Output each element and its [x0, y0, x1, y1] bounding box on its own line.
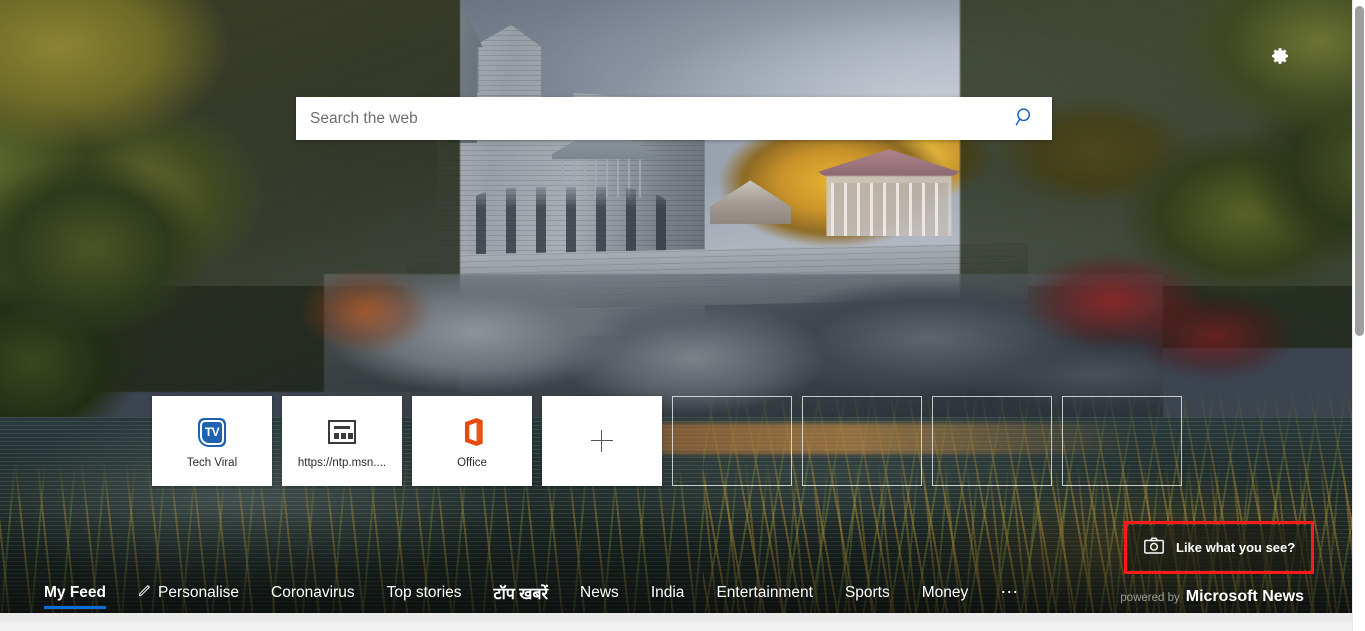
- nav-overflow-button[interactable]: ⋯: [1000, 578, 1019, 608]
- nav-item-label: Sports: [844, 583, 890, 601]
- nav-item-money[interactable]: Money: [922, 580, 969, 607]
- search-box[interactable]: [296, 97, 1052, 140]
- camera-icon: [1144, 536, 1164, 559]
- nav-item-personalise[interactable]: Personalise: [138, 579, 239, 607]
- red-foliage: [1000, 236, 1298, 399]
- pencil-icon: [138, 583, 152, 602]
- scrollbar-thumb[interactable]: [1355, 6, 1364, 336]
- search-icon: [1014, 106, 1036, 131]
- new-tab-page: TV Tech Viral https://ntp.msn....: [0, 0, 1365, 631]
- page-icon: [328, 412, 356, 452]
- nav-item-label: Entertainment: [716, 583, 813, 601]
- quick-links-row: TV Tech Viral https://ntp.msn.... Office: [152, 396, 1182, 486]
- tile-placeholder[interactable]: [672, 396, 792, 486]
- tile-label: https://ntp.msn....: [297, 457, 387, 469]
- nav-item-india[interactable]: India: [651, 580, 685, 607]
- like-what-you-see-container: Like what you see?: [1124, 521, 1314, 574]
- search-input[interactable]: [296, 97, 998, 140]
- nav-item-label: Personalise: [158, 583, 240, 601]
- microsoft-news-label: Microsoft News: [1185, 588, 1304, 605]
- nav-item-sports[interactable]: Sports: [845, 580, 890, 607]
- nav-item-label: टॉप खबरें: [493, 585, 549, 603]
- powered-by-brand: powered by Microsoft News: [1120, 588, 1304, 606]
- vertical-scrollbar[interactable]: [1352, 0, 1365, 631]
- tile-placeholder[interactable]: [932, 396, 1052, 486]
- office-icon: [457, 412, 487, 452]
- orange-foliage: [270, 248, 460, 374]
- background-image: TV Tech Viral https://ntp.msn....: [0, 0, 1352, 622]
- plus-icon: [591, 430, 613, 452]
- tile-label: Office: [457, 457, 487, 469]
- nav-item-label: ⋯: [1000, 582, 1020, 602]
- nav-item-my-feed[interactable]: My Feed: [44, 580, 107, 609]
- pavilion-columns: [831, 183, 948, 237]
- nav-item-label: Coronavirus: [271, 583, 355, 601]
- powered-by-label: powered by: [1120, 592, 1180, 604]
- nav-item-news[interactable]: News: [580, 580, 619, 607]
- nav-item-coronavirus[interactable]: Coronavirus: [271, 580, 355, 607]
- nav-item-label: Money: [921, 583, 969, 601]
- below-fold-strip: [0, 613, 1352, 622]
- like-what-you-see-label: Like what you see?: [1176, 540, 1296, 555]
- like-what-you-see-button[interactable]: Like what you see?: [1128, 525, 1310, 570]
- tile-tech-viral[interactable]: TV Tech Viral: [152, 396, 272, 486]
- tile-placeholder[interactable]: [802, 396, 922, 486]
- search-submit-button[interactable]: [998, 97, 1052, 140]
- tile-office[interactable]: Office: [412, 396, 532, 486]
- page-settings-button[interactable]: [1262, 40, 1294, 72]
- tile-label: Tech Viral: [186, 457, 238, 469]
- add-tile-button[interactable]: [542, 396, 662, 486]
- tile-placeholder[interactable]: [1062, 396, 1182, 486]
- nav-item-label: Top stories: [386, 583, 462, 601]
- nav-item-top-khabrein[interactable]: टॉप खबरें: [494, 578, 549, 609]
- nav-item-label: My Feed: [44, 583, 107, 601]
- gear-icon-glyph: [1265, 43, 1291, 69]
- nav-item-label: News: [580, 583, 619, 601]
- nav-item-top-stories[interactable]: Top stories: [387, 580, 462, 607]
- tv-badge-icon: TV: [198, 412, 226, 452]
- nav-item-label: India: [650, 583, 685, 601]
- tile-ntp-msn[interactable]: https://ntp.msn....: [282, 396, 402, 486]
- nav-item-entertainment[interactable]: Entertainment: [716, 580, 813, 607]
